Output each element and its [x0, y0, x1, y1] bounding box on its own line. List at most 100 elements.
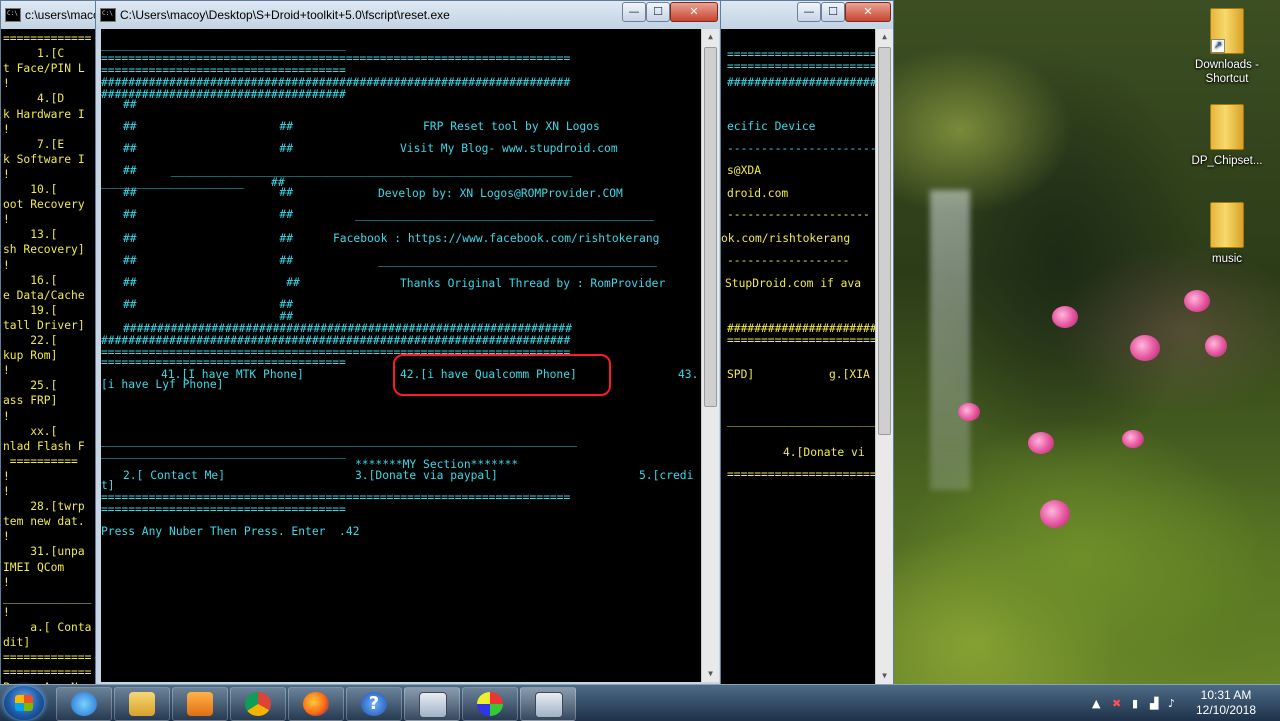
- dp-chipset-desktop-icon[interactable]: DP_Chipset...: [1182, 104, 1272, 168]
- scroll-up-icon[interactable]: ▲: [876, 29, 893, 45]
- banner-hash-line: ####################################: [101, 88, 346, 101]
- back-console-line: !: [3, 213, 10, 227]
- option-43: 43.: [678, 368, 699, 381]
- back-console-line: !: [3, 575, 10, 589]
- taskbar-console-window-2[interactable]: [520, 687, 576, 721]
- option-lyf: [i have Lyf Phone]: [101, 378, 224, 391]
- reset-exe-window[interactable]: C:\Users\macoy\Desktop\S+Droid+toolkit+5…: [95, 0, 721, 685]
- taskbar-paint[interactable]: [462, 687, 518, 721]
- thanks-line: Thanks Original Thread by : RomProvider: [400, 277, 666, 290]
- red-highlight-annotation: [393, 354, 611, 396]
- separator-line: ========================: [727, 334, 875, 347]
- wifi-icon[interactable]: ▟: [1150, 697, 1158, 710]
- taskbar-console-window[interactable]: [404, 687, 460, 721]
- taskbar-internet-explorer[interactable]: [56, 687, 112, 721]
- back-console-line: =============: [3, 651, 92, 665]
- back-console-line: sh Recovery]: [3, 243, 85, 257]
- separator-line: ____________________________________: [101, 38, 346, 51]
- start-button[interactable]: [4, 686, 44, 720]
- taskbar-help[interactable]: ?: [346, 687, 402, 721]
- back-text-fragment: droid.com: [727, 187, 789, 200]
- back-text-fragment: s@XDA: [727, 164, 762, 177]
- back-console-line: !: [3, 530, 10, 544]
- banner-border: ## ##: [123, 208, 294, 221]
- separator-line: ________________________________________…: [355, 208, 655, 221]
- volume-icon[interactable]: ♪: [1168, 697, 1175, 710]
- network-error-icon[interactable]: ✖: [1112, 697, 1121, 710]
- help-icon: ?: [361, 692, 387, 716]
- taskbar-chrome[interactable]: [230, 687, 286, 721]
- separator-line: ========================: [727, 468, 875, 481]
- scroll-down-icon[interactable]: ▼: [702, 666, 719, 682]
- close-button[interactable]: ✕: [845, 2, 891, 22]
- reset-window-scrollbar[interactable]: ▲ ▼: [701, 29, 719, 682]
- back-console-line: !: [3, 77, 10, 91]
- back-console-line: dit]: [3, 636, 31, 649]
- separator-line: ====================================: [101, 503, 346, 516]
- separator-line: ------------------: [727, 254, 850, 267]
- wallpaper-flower: [1028, 432, 1054, 454]
- folder-icon: [1210, 104, 1244, 150]
- back-text-fragment: StupDroid.com if ava: [725, 277, 862, 290]
- scroll-down-icon[interactable]: ▼: [876, 668, 893, 684]
- back-console-line: oot Recovery: [3, 198, 85, 212]
- reset-console-output: ____________________________________ ===…: [101, 29, 701, 682]
- taskbar-windows-explorer[interactable]: [114, 687, 170, 721]
- scroll-up-icon[interactable]: ▲: [702, 29, 719, 45]
- folder-icon: [129, 692, 155, 716]
- reset-window-titlebar[interactable]: C:\Users\macoy\Desktop\S+Droid+toolkit+5…: [96, 1, 720, 29]
- back-text-fragment: g.[XIA: [829, 368, 870, 381]
- console-icon: [5, 8, 21, 22]
- blog-line: Visit My Blog- www.stupdroid.com: [400, 142, 618, 155]
- banner-border: ## ##: [123, 142, 294, 155]
- back-text-fragment: 4.[Donate vi: [783, 446, 865, 459]
- taskbar-firefox[interactable]: [288, 687, 344, 721]
- back-window-scrollbar[interactable]: ▲ ▼: [875, 29, 893, 684]
- reset-window-title: C:\Users\macoy\Desktop\S+Droid+toolkit+5…: [120, 8, 450, 22]
- wallpaper-flower: [1122, 430, 1144, 448]
- chrome-icon: [245, 692, 271, 716]
- facebook-line: Facebook : https://www.facebook.com/rish…: [333, 232, 660, 245]
- input-prompt[interactable]: Press Any Nuber Then Press. Enter .42: [101, 526, 359, 538]
- close-button[interactable]: ✕: [670, 2, 718, 22]
- battery-icon[interactable]: ▮: [1132, 697, 1138, 710]
- separator-line: ________________________: [727, 414, 875, 427]
- downloads-shortcut-desktop-icon[interactable]: Downloads - Shortcut: [1182, 8, 1272, 86]
- maximize-button[interactable]: ☐: [821, 2, 845, 22]
- banner-hash-line: ########################: [727, 76, 875, 89]
- taskbar-media-player[interactable]: [172, 687, 228, 721]
- back-console-line: 13.[: [3, 228, 58, 242]
- back-console-line: 10.[: [3, 183, 58, 196]
- console-window-icon: [419, 692, 447, 718]
- back-console-line: !: [3, 469, 10, 483]
- back-console-line: !: [3, 485, 10, 498]
- separator-line: ________________________________________…: [378, 254, 657, 267]
- minimize-button[interactable]: —: [797, 2, 821, 22]
- taskbar-clock[interactable]: 10:31 AM 12/10/2018: [1194, 688, 1258, 718]
- back-console-line: 22.[: [3, 334, 58, 347]
- back-text-fragment: ecific Device: [727, 120, 816, 133]
- back-window-title: c:\users\macoy: [25, 8, 106, 22]
- back-console-line: !: [3, 409, 10, 423]
- folder-icon: [1210, 202, 1244, 248]
- scroll-thumb[interactable]: [878, 47, 891, 435]
- music-desktop-icon[interactable]: music: [1182, 202, 1272, 266]
- credit-option: 5.[credi: [639, 469, 694, 482]
- folder-icon: [1210, 8, 1244, 54]
- wallpaper-flower: [1184, 290, 1210, 312]
- back-console-line: kup Rom]: [3, 349, 58, 363]
- frp-tool-title: FRP Reset tool by XN Logos: [423, 120, 600, 133]
- system-tray: ▲ ✖ ▮ ▟ ♪ 10:31 AM 12/10/2018: [1080, 685, 1280, 721]
- back-console-line: =============: [3, 32, 92, 45]
- back-console-line: =============: [3, 666, 92, 680]
- maximize-button[interactable]: ☐: [646, 2, 670, 22]
- scroll-thumb[interactable]: [704, 47, 717, 407]
- banner-border: ## ##: [123, 120, 294, 133]
- show-hidden-icons-icon[interactable]: ▲: [1092, 697, 1100, 710]
- back-console-line: nlad Flash F: [3, 439, 85, 453]
- wallpaper-flower: [1205, 335, 1227, 357]
- back-console-line: !: [3, 167, 10, 181]
- back-console-line: tall Driver]: [3, 318, 85, 332]
- minimize-button[interactable]: —: [622, 2, 646, 22]
- back-console-line: ass FRP]: [3, 394, 58, 408]
